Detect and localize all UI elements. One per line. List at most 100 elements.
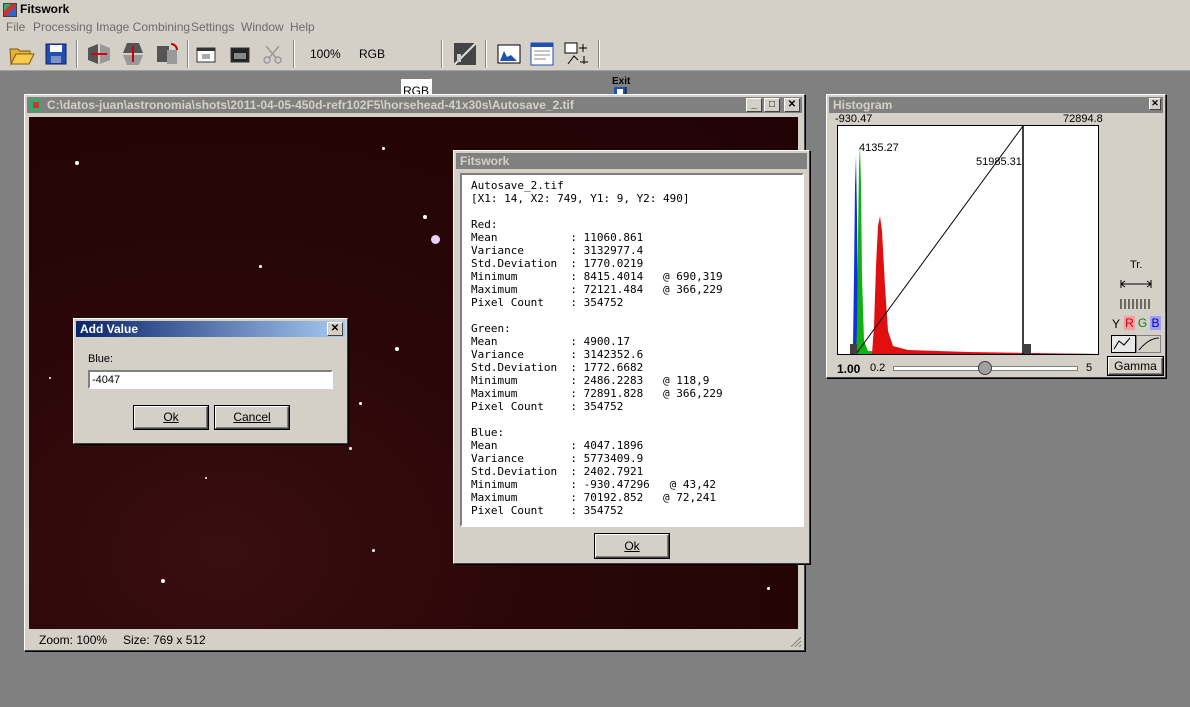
dialog-ok-label: Ok xyxy=(163,410,179,424)
close-button[interactable]: ✕ xyxy=(327,322,343,336)
statistics-line: Maximum : 70192.852 @ 72,241 xyxy=(471,491,717,504)
star xyxy=(259,265,262,268)
image-window-title-bar[interactable]: C:\datos-juan\astronomia\shots\2011-04-0… xyxy=(27,97,802,113)
slider-max-label: 5 xyxy=(1086,362,1093,374)
toolbar-separator xyxy=(598,40,600,68)
histogram-icon[interactable] xyxy=(495,40,523,68)
blue-value-input[interactable] xyxy=(88,370,333,389)
toolbar-separator xyxy=(441,40,443,68)
channel-g-button[interactable]: G xyxy=(1137,316,1148,330)
statistics-text-area[interactable]: Autosave_2.tif [X1: 14, X2: 749, Y1: 9, … xyxy=(460,173,804,527)
histogram-title-bar[interactable]: Histogram ✕ xyxy=(829,97,1163,113)
statistics-line: Std.Deviation : 1770.0219 xyxy=(471,257,644,270)
resize-grip-icon[interactable] xyxy=(791,637,801,647)
app-icon xyxy=(3,3,17,17)
white-point-handle[interactable] xyxy=(1024,344,1031,354)
statistics-line: Pixel Count : 354752 xyxy=(471,504,624,517)
size-status: Size: 769 x 512 xyxy=(123,633,206,647)
star-analysis-icon[interactable] xyxy=(562,40,590,68)
statistics-icon[interactable] xyxy=(528,40,556,68)
add-value-dialog[interactable]: Add Value ✕ Blue: Ok Cancel xyxy=(73,318,348,444)
star xyxy=(431,235,440,244)
statistics-window[interactable]: Fitswork Autosave_2.tif [X1: 14, X2: 749… xyxy=(453,150,810,564)
star xyxy=(49,377,51,379)
flip-horizontal-icon[interactable] xyxy=(85,40,113,68)
levels-icon[interactable] xyxy=(451,40,479,68)
document-icon xyxy=(30,99,42,111)
histogram-window[interactable]: Histogram ✕ -930.47 72894.8 4135.27 5198… xyxy=(826,94,1166,378)
menu-file[interactable]: File xyxy=(6,20,25,34)
add-value-title: Add Value xyxy=(80,322,139,336)
statistics-line: Blue: xyxy=(471,426,505,439)
zoom-100-button[interactable]: 100% xyxy=(310,47,341,61)
flip-vertical-icon[interactable] xyxy=(119,40,147,68)
close-button[interactable]: ✕ xyxy=(1149,98,1161,110)
transfer-label: Tr. xyxy=(1130,259,1143,271)
statistics-window-title-bar[interactable]: Fitswork xyxy=(456,153,807,169)
gamma-button[interactable]: Gamma xyxy=(1108,357,1163,375)
statistics-line: Red: xyxy=(471,218,498,231)
toolbar-separator xyxy=(76,40,78,68)
comb-filter-icon[interactable] xyxy=(1119,297,1155,311)
statistics-line: Std.Deviation : 1772.6682 xyxy=(471,361,644,374)
black-point-handle[interactable] xyxy=(850,344,857,354)
statistics-line: Variance : 5773409.9 xyxy=(471,452,644,465)
star xyxy=(75,161,79,165)
app-title-bar: Fitswork xyxy=(0,0,1190,19)
statistics-line: Mean : 4047.1896 xyxy=(471,439,644,452)
menu-settings[interactable]: Settings xyxy=(191,20,234,34)
star xyxy=(382,147,385,150)
statistics-line: Maximum : 72121.484 @ 366,229 xyxy=(471,283,723,296)
statistics-line: Variance : 3132977.4 xyxy=(471,244,644,257)
star xyxy=(372,549,375,552)
statistics-line: Maximum : 72891.828 @ 366,229 xyxy=(471,387,723,400)
menu-processing[interactable]: Processing xyxy=(33,20,92,34)
star xyxy=(349,447,352,450)
green-histogram-curve xyxy=(856,146,1098,354)
new-window-icon[interactable] xyxy=(227,40,255,68)
statistics-line: Autosave_2.tif xyxy=(471,179,564,192)
red-histogram-curve xyxy=(872,216,1098,354)
cut-icon[interactable] xyxy=(259,40,287,68)
rotate-icon[interactable] xyxy=(153,40,181,68)
add-value-title-bar[interactable]: Add Value ✕ xyxy=(76,321,345,337)
histogram-plot[interactable]: 4135.27 51985.31 xyxy=(837,125,1099,355)
gamma-slider-thumb[interactable] xyxy=(978,361,992,375)
statistics-line: [X1: 14, X2: 749, Y1: 9, Y2: 490] xyxy=(471,192,690,205)
black-point-value: 4135.27 xyxy=(859,142,899,154)
dialog-cancel-label: Cancel xyxy=(233,410,271,424)
star xyxy=(395,347,399,351)
statistics-ok-button[interactable]: Ok xyxy=(595,534,669,558)
statistics-text: Autosave_2.tif [X1: 14, X2: 749, Y1: 9, … xyxy=(471,179,802,517)
menu-image-combining[interactable]: Image Combining xyxy=(96,20,190,34)
minimize-button[interactable]: _ xyxy=(746,98,762,112)
statistics-line: Std.Deviation : 2402.7921 xyxy=(471,465,644,478)
status-bar: Zoom: 100% Size: 769 x 512 xyxy=(29,631,801,649)
statistics-line: Pixel Count : 354752 xyxy=(471,400,624,413)
save-icon[interactable] xyxy=(42,40,70,68)
channel-y-button[interactable]: Y xyxy=(1112,317,1120,331)
rgb-button[interactable]: RGB xyxy=(359,47,385,61)
star xyxy=(423,215,427,219)
maximize-button[interactable]: □ xyxy=(764,98,780,112)
statistics-line: Minimum : 2486.2283 @ 118,9 xyxy=(471,374,710,387)
range-arrows-icon[interactable] xyxy=(1119,277,1155,291)
channel-b-button[interactable]: B xyxy=(1150,316,1161,330)
menu-help[interactable]: Help xyxy=(290,20,315,34)
dialog-ok-button[interactable]: Ok xyxy=(134,406,208,429)
slider-min-label: 0.2 xyxy=(870,362,886,374)
close-button[interactable]: ✕ xyxy=(784,98,800,112)
dialog-cancel-button[interactable]: Cancel xyxy=(215,406,289,429)
menu-window[interactable]: Window xyxy=(241,20,284,34)
channel-r-button[interactable]: R xyxy=(1124,316,1135,330)
copy-window-icon[interactable] xyxy=(193,40,221,68)
statistics-line: Mean : 11060.861 xyxy=(471,231,644,244)
app-title: Fitswork xyxy=(20,2,70,16)
star xyxy=(161,579,165,583)
statistics-line: Pixel Count : 354752 xyxy=(471,296,624,309)
menu-bar: File Processing Image Combining Settings… xyxy=(0,18,1190,36)
blue-label: Blue: xyxy=(88,353,114,365)
statistics-line: Minimum : -930.47296 @ 43,42 xyxy=(471,478,717,491)
curve-mode-icon[interactable] xyxy=(1111,335,1161,353)
open-folder-icon[interactable] xyxy=(8,40,36,68)
